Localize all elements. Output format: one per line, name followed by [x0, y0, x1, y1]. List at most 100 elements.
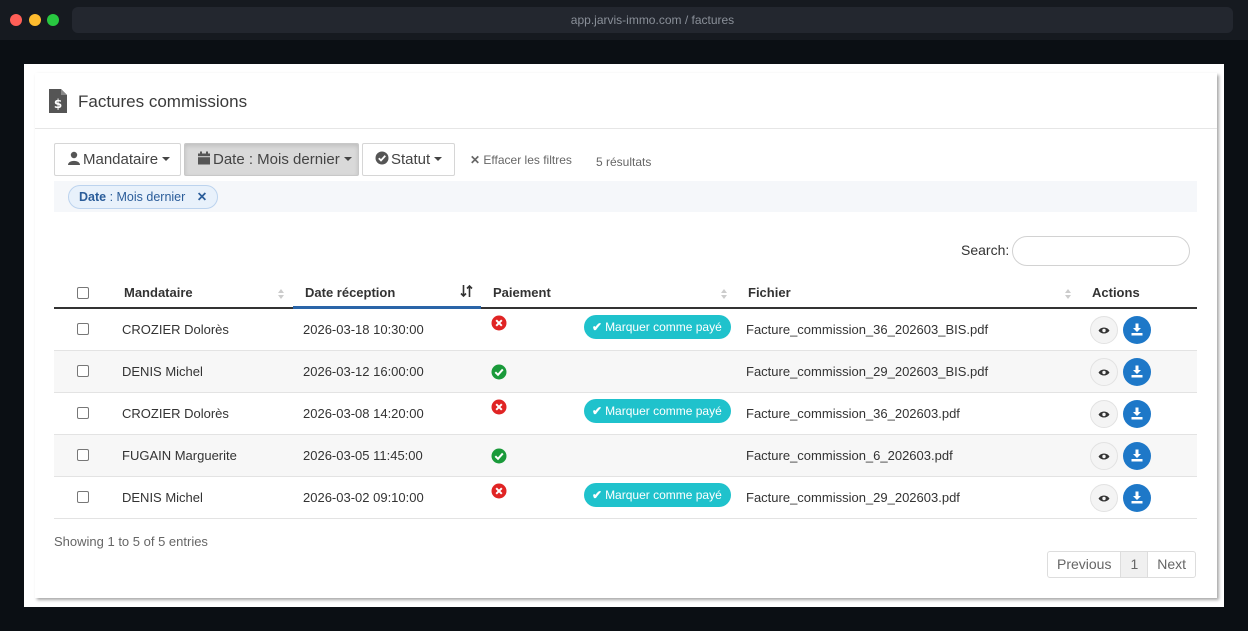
column-header-date[interactable]: Date réception [305, 279, 395, 307]
view-button[interactable] [1090, 484, 1118, 512]
sort-icon [721, 289, 728, 299]
filter-statut-button[interactable]: Statut [362, 143, 455, 176]
view-button[interactable] [1090, 316, 1118, 344]
download-button[interactable] [1123, 358, 1151, 386]
chip-key: Date [79, 190, 107, 204]
user-icon [68, 151, 80, 165]
invoices-table: Mandataire Date réception Paiement Fichi… [54, 279, 1197, 519]
mark-as-paid-label: Marquer comme payé [605, 404, 722, 418]
chevron-down-icon [162, 157, 171, 161]
unpaid-cross-icon [491, 483, 507, 499]
maximize-window-button[interactable] [47, 14, 59, 26]
filter-mandataire-button[interactable]: Mandataire [54, 143, 181, 176]
table-row: CROZIER Dolorès 2026-03-08 14:20:00 ✔ Marqu… [54, 393, 1197, 435]
table-body: CROZIER Dolorès 2026-03-18 10:30:00 ✔ Marqu… [54, 309, 1197, 519]
download-icon [1131, 365, 1143, 378]
download-icon [1131, 449, 1143, 462]
download-icon [1131, 323, 1143, 336]
check-circle-icon [375, 151, 389, 165]
mark-as-paid-button[interactable]: ✔ Marquer comme payé [584, 483, 731, 507]
paid-check-icon [491, 448, 507, 464]
mark-as-paid-button[interactable]: ✔ Marquer comme payé [584, 399, 731, 423]
eye-icon [1098, 369, 1110, 376]
table-row: DENIS Michel 2026-03-02 09:10:00 ✔ Marquer … [54, 477, 1197, 519]
table-row: FUGAIN Marguerite 2026-03-05 11:45:00 Fact… [54, 435, 1197, 477]
sort-icon [278, 289, 285, 299]
column-header-paiement[interactable]: Paiement [493, 279, 551, 307]
table-header: Mandataire Date réception Paiement Fichi… [54, 279, 1197, 309]
filter-date-label: Date : Mois dernier [213, 151, 340, 168]
previous-page-button[interactable]: Previous [1048, 552, 1120, 577]
eye-icon [1098, 495, 1110, 502]
mandataire-cell: CROZIER Dolorès [122, 322, 229, 337]
page-content: $ Factures commissions Mandataire Date :… [24, 64, 1224, 607]
file-cell: Facture_commission_6_202603.pdf [746, 448, 953, 463]
view-button[interactable] [1090, 442, 1118, 470]
row-checkbox[interactable] [77, 449, 89, 461]
table-row: CROZIER Dolorès 2026-03-18 10:30:00 ✔ Marqu… [54, 309, 1197, 351]
invoices-panel: $ Factures commissions Mandataire Date :… [35, 73, 1217, 598]
page-title: Factures commissions [78, 92, 248, 111]
panel-header: $ Factures commissions [35, 73, 1217, 129]
calendar-icon [198, 151, 210, 165]
date-cell: 2026-03-05 11:45:00 [303, 448, 423, 463]
file-cell: Facture_commission_29_202603_BIS.pdf [746, 364, 989, 379]
address-bar[interactable]: app.jarvis-immo.com / factures [72, 7, 1233, 33]
check-icon: ✔ [592, 488, 603, 502]
chip-value: : Mois dernier [109, 190, 186, 204]
date-cell: 2026-03-18 10:30:00 [303, 322, 424, 337]
pagination: Previous 1 Next [1047, 551, 1197, 578]
filter-date-button[interactable]: Date : Mois dernier [184, 143, 359, 176]
file-cell: Facture_commission_36_202603_BIS.pdf [746, 322, 989, 337]
download-button[interactable] [1123, 316, 1151, 344]
close-window-button[interactable] [10, 14, 22, 26]
clear-filters-button[interactable]: ✕ Effacer les filtres [470, 153, 572, 167]
mandataire-cell: CROZIER Dolorès [122, 406, 229, 421]
download-button[interactable] [1123, 484, 1151, 512]
sort-active-icon [460, 284, 473, 298]
clear-filters-label: Effacer les filtres [483, 153, 572, 167]
next-page-button[interactable]: Next [1148, 552, 1195, 577]
active-filters-bar: Date : Mois dernier ✕ [54, 181, 1197, 212]
select-all-checkbox[interactable] [77, 287, 89, 299]
eye-icon [1098, 453, 1110, 460]
unpaid-cross-icon [491, 399, 507, 415]
download-icon [1131, 407, 1143, 420]
remove-filter-icon[interactable]: ✕ [197, 186, 207, 208]
invoice-dollar-icon: $ [49, 89, 67, 113]
mark-as-paid-label: Marquer comme payé [605, 488, 722, 502]
view-button[interactable] [1090, 358, 1118, 386]
eye-icon [1098, 327, 1110, 334]
column-header-mandataire[interactable]: Mandataire [124, 279, 193, 307]
row-checkbox[interactable] [77, 407, 89, 419]
row-checkbox[interactable] [77, 323, 89, 335]
active-filter-chip-date: Date : Mois dernier ✕ [68, 185, 219, 209]
search-label: Search: [961, 242, 1010, 258]
entries-info: Showing 1 to 5 of 5 entries [54, 534, 208, 549]
minimize-window-button[interactable] [29, 14, 41, 26]
svg-text:$: $ [54, 97, 62, 111]
page-1-button[interactable]: 1 [1120, 552, 1149, 577]
filter-statut-label: Statut [391, 151, 431, 168]
file-cell: Facture_commission_36_202603.pdf [746, 406, 960, 421]
check-icon: ✔ [592, 404, 603, 418]
paid-check-icon [491, 364, 507, 380]
download-button[interactable] [1123, 400, 1151, 428]
filter-mandataire-label: Mandataire [83, 151, 159, 168]
chevron-down-icon [343, 157, 352, 161]
mark-as-paid-button[interactable]: ✔ Marquer comme payé [584, 315, 731, 339]
result-count: 5 résultats [596, 155, 652, 169]
mandataire-cell: FUGAIN Marguerite [122, 448, 237, 463]
view-button[interactable] [1090, 400, 1118, 428]
download-button[interactable] [1123, 442, 1151, 470]
date-cell: 2026-03-12 16:00:00 [303, 364, 424, 379]
row-checkbox[interactable] [77, 365, 89, 377]
close-icon: ✕ [470, 153, 481, 167]
chevron-down-icon [434, 157, 443, 161]
column-header-fichier[interactable]: Fichier [748, 279, 791, 307]
date-cell: 2026-03-02 09:10:00 [303, 490, 424, 505]
date-cell: 2026-03-08 14:20:00 [303, 406, 424, 421]
search-input[interactable] [1012, 236, 1190, 266]
row-checkbox[interactable] [77, 491, 89, 503]
file-cell: Facture_commission_29_202603.pdf [746, 490, 960, 505]
